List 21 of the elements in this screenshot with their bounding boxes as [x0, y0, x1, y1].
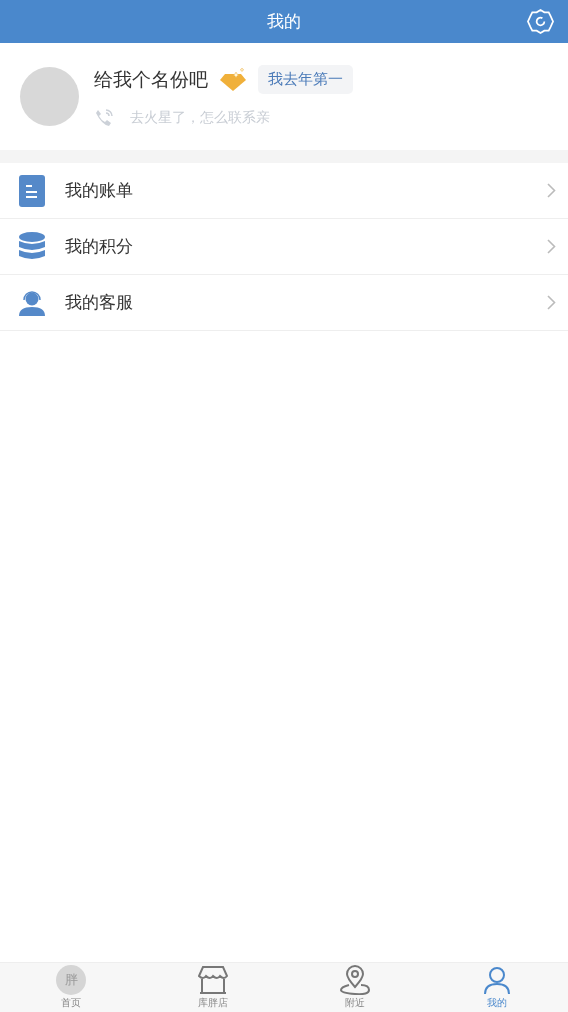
menu-item[interactable]: 我的客服: [0, 275, 568, 331]
menu-item[interactable]: 我的积分: [0, 219, 568, 275]
location-pin-icon: [339, 965, 371, 995]
diamond-icon: [218, 67, 248, 92]
page-title: 我的: [267, 10, 301, 33]
headset-person-icon: [19, 289, 45, 316]
user-name: 给我个名份吧: [94, 66, 208, 92]
settings-icon[interactable]: [527, 8, 554, 35]
database-icon: [19, 231, 45, 262]
tab[interactable]: 我的: [426, 963, 568, 1012]
chevron-right-icon: [547, 183, 556, 198]
menu-item[interactable]: 我的账单: [0, 163, 568, 219]
tab[interactable]: 附近: [284, 963, 426, 1012]
document-icon: [19, 174, 45, 207]
chevron-right-icon: [547, 295, 556, 310]
tab[interactable]: 库胖店: [142, 963, 284, 1012]
title-badge: 我去年第一: [258, 65, 353, 94]
shop-icon: [198, 965, 228, 995]
person-icon: [482, 965, 512, 995]
phone-icon: [94, 108, 114, 128]
chevron-right-icon: [547, 239, 556, 254]
